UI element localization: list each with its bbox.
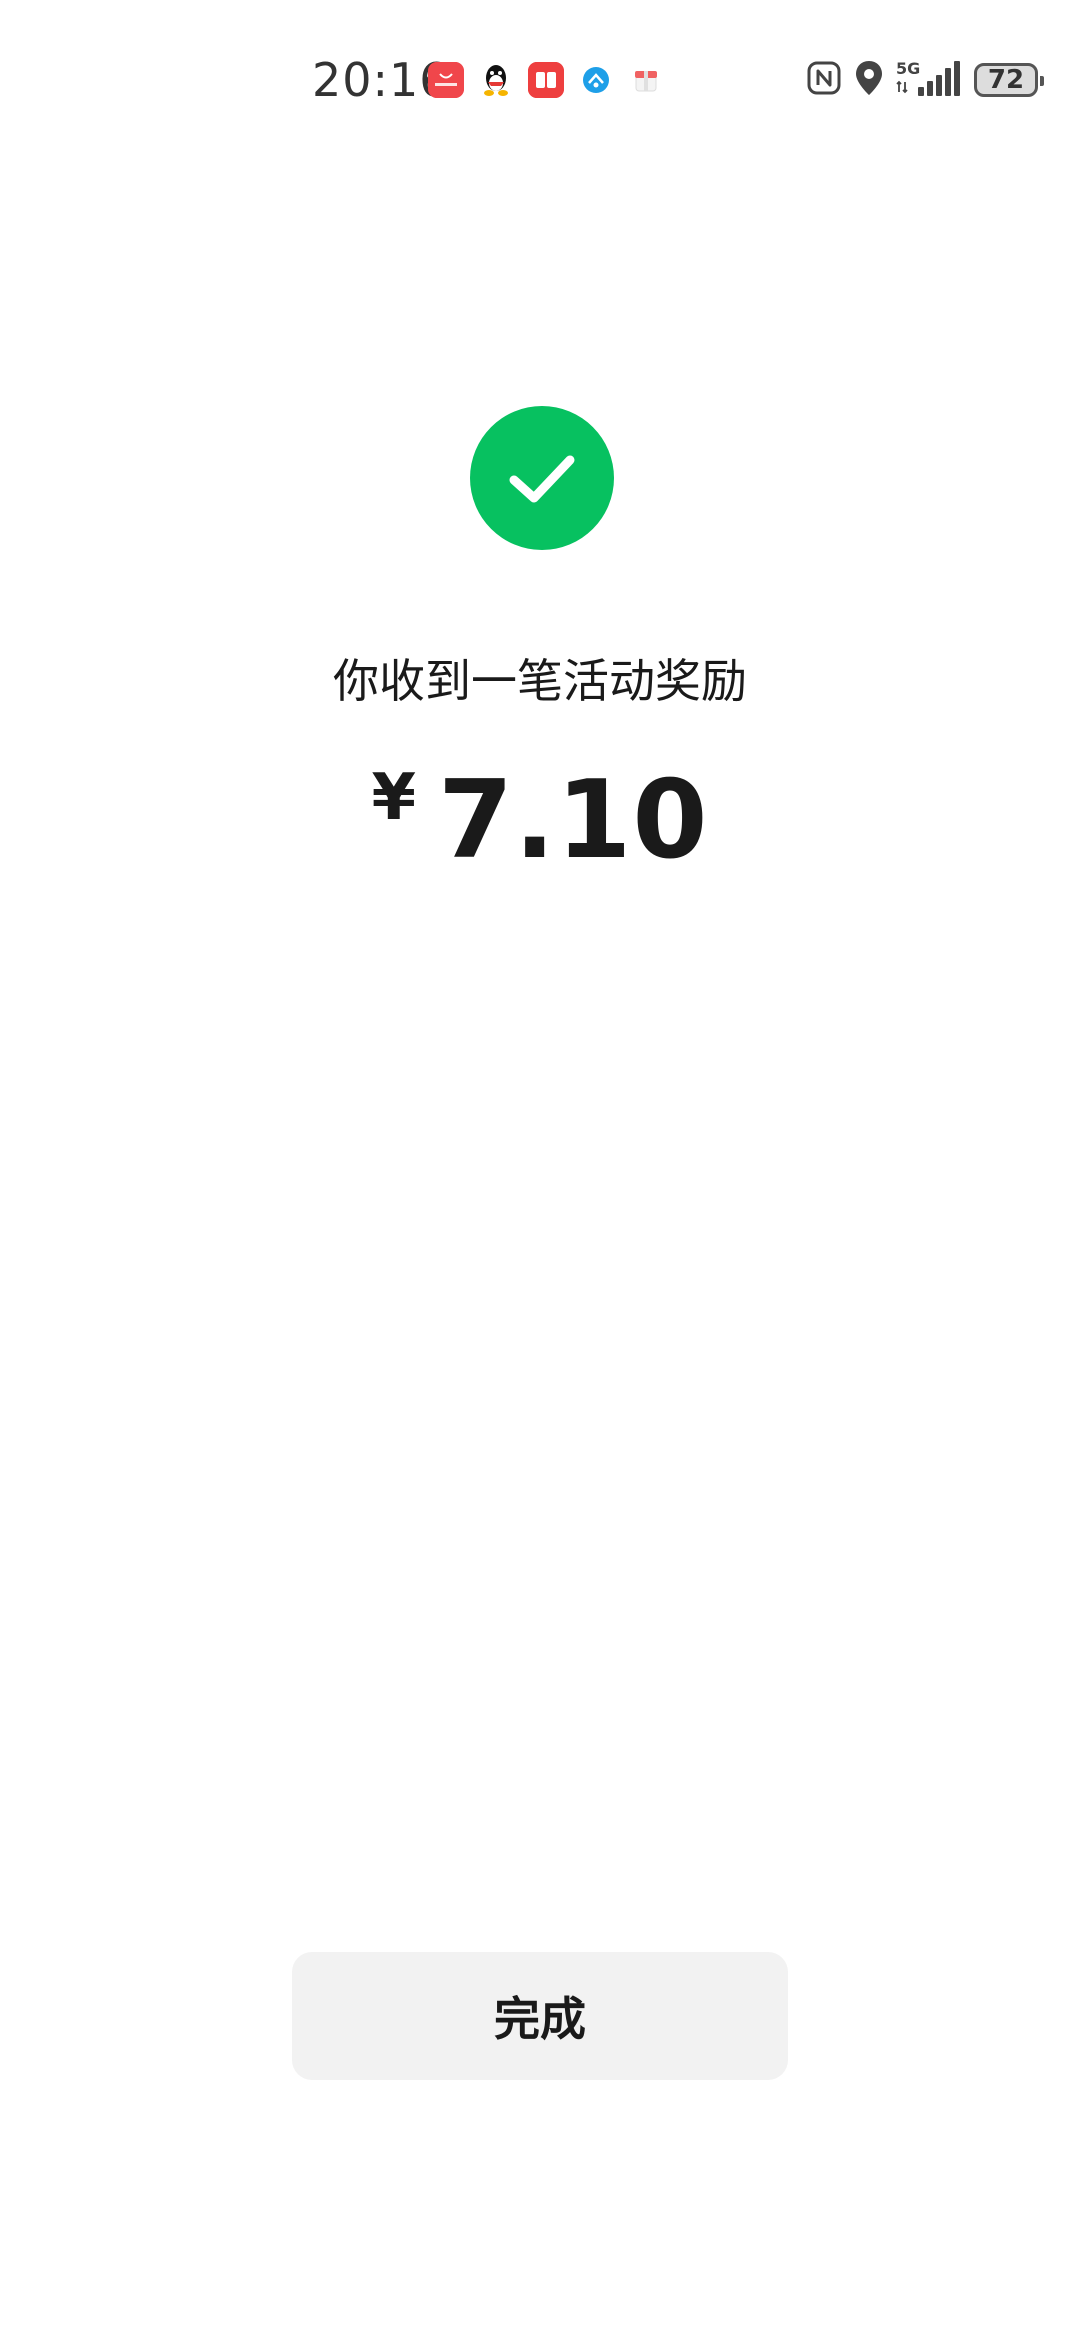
- blue-app-icon: [578, 62, 614, 98]
- battery-level: 72: [987, 65, 1025, 95]
- battery-indicator: 72: [974, 63, 1044, 97]
- 5g-signal-icon: 5G: [896, 58, 962, 102]
- nfc-icon: [806, 60, 842, 100]
- huawei-appgallery-icon: [428, 62, 464, 98]
- svg-text:5G: 5G: [896, 59, 920, 78]
- red-book-icon: [528, 62, 564, 98]
- location-icon: [854, 59, 884, 101]
- amount-value: 7.10: [438, 758, 709, 883]
- notification-icons: [428, 62, 664, 98]
- status-bar: 20:16 5G 72: [0, 0, 1080, 160]
- reward-amount: ¥7.10: [0, 758, 1080, 883]
- success-check-icon: [470, 406, 614, 550]
- system-icons: 5G 72: [806, 58, 1044, 102]
- done-button[interactable]: 完成: [292, 1952, 788, 2080]
- gift-box-icon: [628, 62, 664, 98]
- currency-symbol: ¥: [371, 761, 417, 835]
- reward-message: 你收到一笔活动奖励: [333, 654, 747, 708]
- qq-icon: [478, 62, 514, 98]
